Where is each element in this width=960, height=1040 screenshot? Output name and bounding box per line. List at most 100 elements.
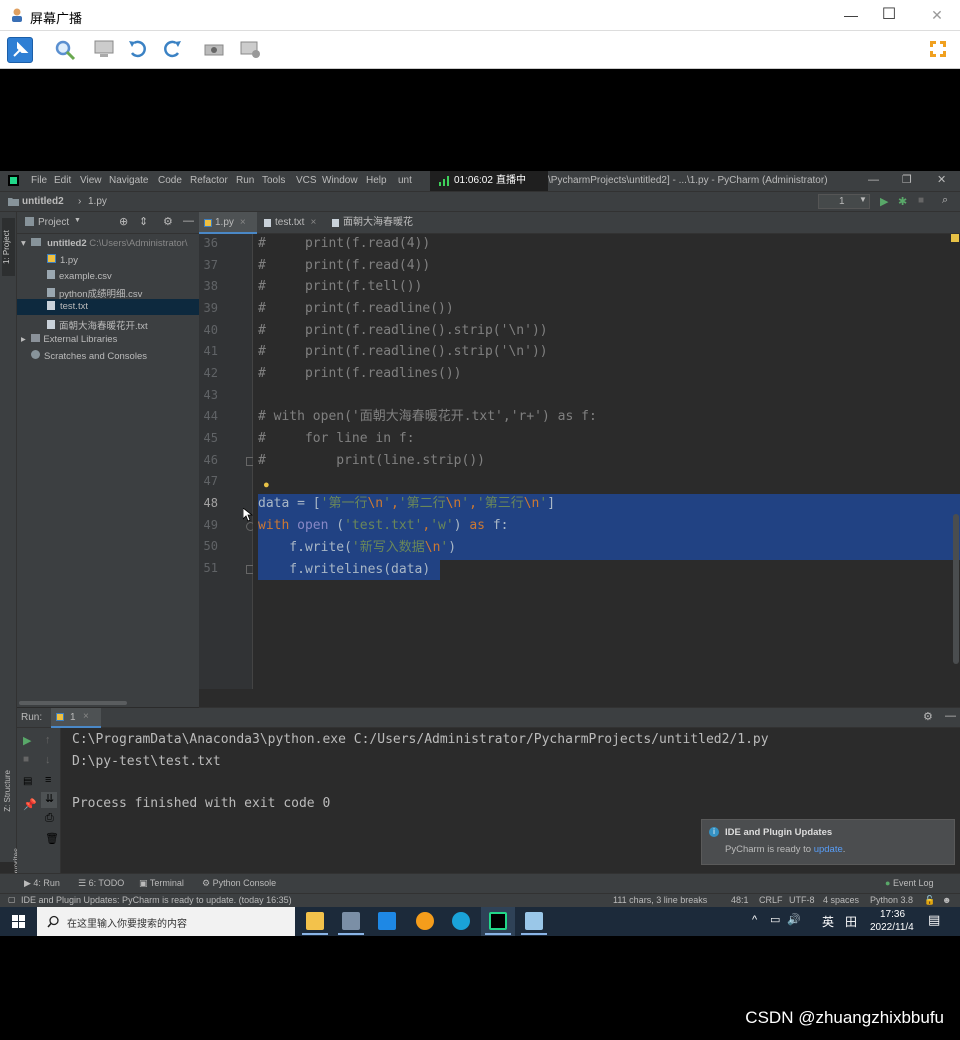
collapse-icon[interactable]: ⇕ <box>139 215 148 228</box>
run-tab[interactable]: 1 × <box>51 708 101 728</box>
vertical-scrollbar[interactable] <box>953 514 959 664</box>
print-icon[interactable]: ⎙ <box>45 812 54 825</box>
wrap-icon[interactable]: ≡ <box>45 774 51 786</box>
menu-window[interactable]: Window <box>322 175 358 186</box>
gear-icon[interactable]: ⚙ <box>163 215 173 228</box>
debug-icon[interactable]: ✱ <box>898 195 907 208</box>
inspector-icon[interactable]: ☻ <box>942 895 951 905</box>
close-icon[interactable]: × <box>240 217 246 228</box>
update-notification[interactable]: i IDE and Plugin Updates PyCharm is read… <box>701 819 955 865</box>
tree-file-poem-txt[interactable]: 面朝大海春暖花开.txt <box>47 318 148 332</box>
menu-vcs[interactable]: VCS <box>296 175 317 186</box>
windows-start-icon[interactable] <box>12 915 25 928</box>
media-app-icon[interactable] <box>416 912 434 930</box>
update-link[interactable]: update <box>814 844 843 855</box>
ide-minimize-button[interactable]: — <box>868 174 879 186</box>
notification-center-icon[interactable]: ▤ <box>928 912 940 928</box>
layout-icon[interactable]: ▤ <box>23 776 32 787</box>
menu-view[interactable]: View <box>80 175 102 186</box>
menu-run[interactable]: Run <box>236 175 254 186</box>
breadcrumb-file[interactable]: 1.py <box>88 196 107 207</box>
chevron-down-icon[interactable]: ▼ <box>74 217 81 224</box>
project-view-label[interactable]: Project <box>38 217 69 228</box>
menu-edit[interactable]: Edit <box>54 175 71 186</box>
status-encoding[interactable]: UTF-8 <box>789 895 815 905</box>
file-explorer-icon[interactable] <box>306 912 324 930</box>
stop-icon[interactable]: ■ <box>23 754 29 765</box>
tab-1py[interactable]: 1.py × <box>199 212 257 234</box>
edge-browser-icon[interactable] <box>452 912 470 930</box>
tool-python-console[interactable]: ⚙ Python Console <box>202 878 276 889</box>
pointer-tool-button[interactable] <box>7 37 33 63</box>
tree-file-example-csv[interactable]: example.csv <box>47 270 112 282</box>
gear-icon[interactable]: ⚙ <box>923 710 933 723</box>
locate-icon[interactable]: ⊕ <box>119 215 128 228</box>
tree-file-test-txt[interactable]: test.txt <box>17 299 199 315</box>
taskbar-search[interactable]: 在这里输入你要搜索的内容 <box>37 907 295 936</box>
run-icon[interactable]: ▶ <box>880 195 888 208</box>
maximize-button[interactable]: ☐ <box>866 0 912 31</box>
clock-date[interactable]: 2022/11/4 <box>870 922 914 933</box>
menu-help[interactable]: Help <box>366 175 387 186</box>
tree-file-1py[interactable]: 1.py <box>47 254 78 266</box>
network-icon[interactable]: ▭ <box>770 913 780 926</box>
menu-tools[interactable]: Tools <box>262 175 285 186</box>
code-editor[interactable]: # print(f.read(4)) # print(f.read(4)) # … <box>253 234 960 689</box>
menu-file[interactable]: File <box>31 175 47 186</box>
volume-icon[interactable]: 🔊 <box>787 913 801 926</box>
zoom-tool-button[interactable] <box>52 37 78 63</box>
up-arrow-icon[interactable]: ↑ <box>45 734 51 746</box>
menu-navigate[interactable]: Navigate <box>109 175 148 186</box>
ime-indicator[interactable]: 英 <box>822 913 834 930</box>
pycharm-taskbar-icon[interactable] <box>489 912 507 930</box>
feishu-icon[interactable] <box>378 912 396 930</box>
status-interpreter[interactable]: Python 3.8 <box>870 895 913 905</box>
rerun-icon[interactable]: ▶ <box>23 734 31 747</box>
tool-run[interactable]: ▶ 4: Run <box>24 878 60 889</box>
status-caret-position[interactable]: 48:1 <box>731 895 749 905</box>
tool-terminal[interactable]: ▣ Terminal <box>139 878 184 889</box>
trash-icon[interactable]: 🗑 <box>45 832 59 845</box>
event-log[interactable]: ● Event Log <box>885 878 933 888</box>
tree-external-libraries[interactable]: ▸ External Libraries <box>21 334 117 345</box>
tray-chevron-icon[interactable]: ^ <box>752 914 757 926</box>
keyboard-layout-icon[interactable]: 田 <box>845 913 857 930</box>
close-button[interactable]: ✕ <box>914 0 960 31</box>
redo-button[interactable] <box>160 37 186 63</box>
notepad-icon[interactable] <box>525 912 543 930</box>
stop-icon[interactable]: ■ <box>918 195 924 206</box>
tab-poem-txt[interactable]: 面朝大海春暖花开.txt× <box>327 212 445 250</box>
clock-time[interactable]: 17:36 <box>880 909 905 920</box>
tree-scratches[interactable]: Scratches and Consoles <box>31 350 147 362</box>
breadcrumb-project[interactable]: untitled2 <box>22 196 64 207</box>
close-icon[interactable]: × <box>310 217 316 228</box>
lightbulb-icon[interactable]: ● <box>263 479 270 491</box>
status-toggle-icon[interactable]: ▢ <box>8 895 16 904</box>
tab-test-txt[interactable]: test.txt × <box>259 212 325 234</box>
tree-root[interactable]: ▾ untitled2 C:\Users\Administrator\ <box>21 238 187 249</box>
menu-code[interactable]: Code <box>158 175 182 186</box>
run-config-select[interactable]: 1 ▼ <box>818 194 870 209</box>
inspection-warning-icon[interactable] <box>951 234 959 242</box>
camera-button[interactable] <box>202 37 228 63</box>
status-indent[interactable]: 4 spaces <box>823 895 859 905</box>
structure-tool-tab[interactable]: Z: Structure <box>3 770 12 812</box>
ide-close-button[interactable]: ✕ <box>937 173 946 186</box>
down-arrow-icon[interactable]: ↓ <box>45 754 51 766</box>
monitor-button[interactable] <box>92 37 118 63</box>
hide-icon[interactable]: — <box>945 710 956 722</box>
ide-restore-button[interactable]: ❐ <box>902 173 912 186</box>
fullscreen-button[interactable] <box>926 37 952 63</box>
horizontal-scrollbar[interactable] <box>19 701 127 705</box>
tree-file-grades-csv[interactable]: python成绩明细.csv <box>47 286 142 300</box>
tool-todo[interactable]: ☰ 6: TODO <box>78 878 124 889</box>
screen-record-button[interactable] <box>238 37 264 63</box>
close-icon[interactable]: × <box>83 711 89 722</box>
project-tool-tab[interactable]: 1: Project <box>2 218 15 276</box>
lock-icon[interactable]: 🔓 <box>924 895 935 906</box>
menu-refactor[interactable]: Refactor <box>190 175 228 186</box>
status-message[interactable]: IDE and Plugin Updates: PyCharm is ready… <box>21 895 292 905</box>
pin-icon[interactable]: 📌 <box>23 798 37 811</box>
undo-button[interactable] <box>126 37 152 63</box>
network-app-icon[interactable] <box>342 912 360 930</box>
